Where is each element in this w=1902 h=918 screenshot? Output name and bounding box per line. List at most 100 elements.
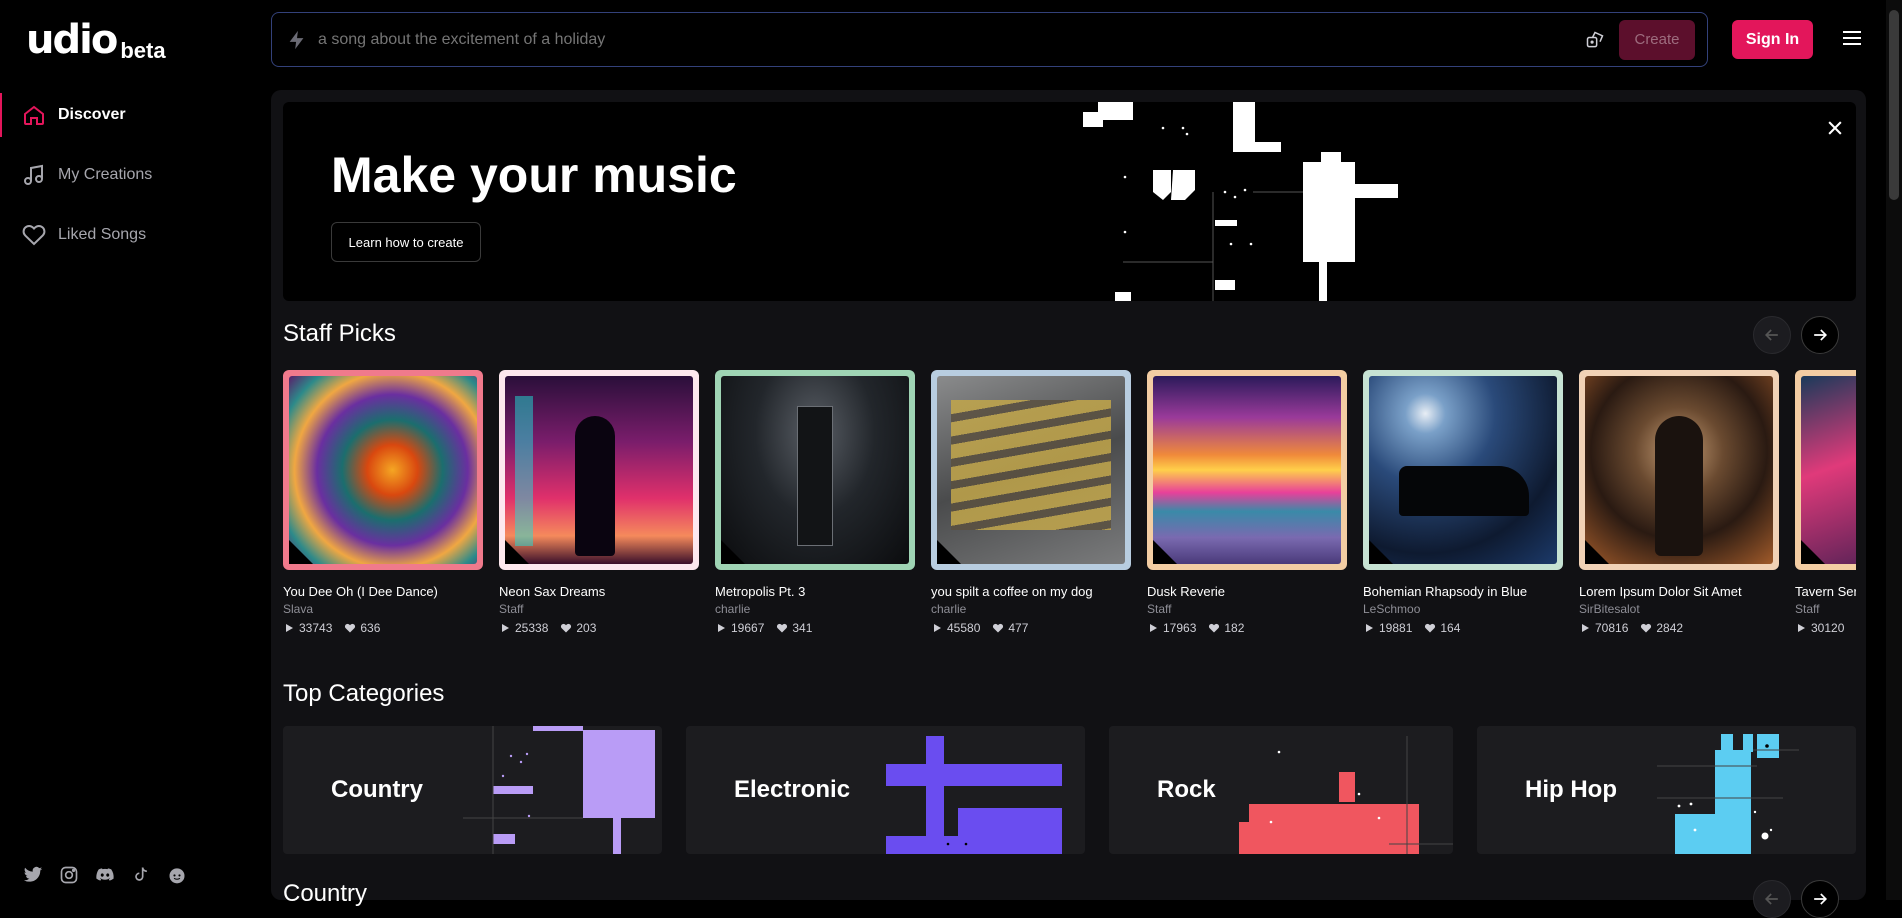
category-tile-hip-hop[interactable]: Hip Hop [1477, 726, 1856, 854]
arrow-right-icon [1814, 329, 1828, 341]
song-artist[interactable]: SirBitesalot [1579, 602, 1779, 616]
play-count: 70816 [1595, 621, 1629, 635]
song-cover [1795, 370, 1856, 570]
song-cover [1363, 370, 1563, 570]
song-card[interactable]: you spilt a coffee on my dog charlie 455… [931, 370, 1131, 635]
tiktok-icon[interactable] [130, 864, 152, 886]
song-card[interactable]: Metropolis Pt. 3 charlie 19667 341 [715, 370, 915, 635]
song-stats: 70816 2842 [1579, 621, 1779, 635]
category-tile-country[interactable]: Country [283, 726, 662, 854]
staff-picks-title: Staff Picks [283, 320, 396, 347]
heart-icon [1208, 622, 1220, 634]
play-icon [1579, 622, 1591, 634]
song-title[interactable]: Dusk Reverie [1147, 584, 1347, 599]
song-artist[interactable]: Staff [1147, 602, 1347, 616]
song-cover [715, 370, 915, 570]
top-categories-title: Top Categories [283, 680, 445, 707]
create-button[interactable]: Create [1619, 19, 1695, 60]
song-artist[interactable]: Staff [1795, 602, 1856, 616]
logo-beta-badge: beta [120, 38, 166, 63]
heart-icon [1424, 622, 1436, 634]
discord-icon[interactable] [94, 864, 116, 886]
close-icon[interactable] [1825, 118, 1845, 138]
category-tile-electronic[interactable]: Electronic [686, 726, 1085, 854]
heart-icon [992, 622, 1004, 634]
lightning-icon [284, 27, 310, 53]
song-title[interactable]: Bohemian Rhapsody in Blue [1363, 584, 1563, 599]
staff-picks-prev-button[interactable] [1753, 316, 1791, 354]
hamburger-menu-icon[interactable] [1840, 26, 1864, 50]
song-stats: 17963 182 [1147, 621, 1347, 635]
song-artist[interactable]: charlie [715, 602, 915, 616]
sidebar-item-liked-songs[interactable]: Liked Songs [0, 213, 272, 257]
page-scrollbar[interactable] [1886, 0, 1902, 900]
category-art [1239, 736, 1453, 854]
play-icon [499, 622, 511, 634]
song-card[interactable]: Dusk Reverie Staff 17963 182 [1147, 370, 1347, 635]
udio-logo[interactable]: udio beta [26, 17, 166, 63]
song-card[interactable]: Bohemian Rhapsody in Blue LeSchmoo 19881… [1363, 370, 1563, 635]
song-title[interactable]: You Dee Oh (I Dee Dance) [283, 584, 483, 599]
song-title[interactable]: Neon Sax Dreams [499, 584, 699, 599]
heart-icon [1640, 622, 1652, 634]
sign-in-button[interactable]: Sign In [1732, 20, 1813, 59]
sidebar-item-my-creations[interactable]: My Creations [0, 153, 272, 197]
country-next-button[interactable] [1801, 880, 1839, 918]
song-title[interactable]: Tavern Ser [1795, 584, 1856, 599]
learn-how-to-create-button[interactable]: Learn how to create [331, 222, 481, 262]
hero-banner: Make your music Learn how to create [283, 102, 1856, 301]
song-card[interactable]: You Dee Oh (I Dee Dance) Slava 33743 636 [283, 370, 483, 635]
play-count: 30120 [1811, 621, 1845, 635]
instagram-icon[interactable] [58, 864, 80, 886]
play-icon [1363, 622, 1375, 634]
song-artist[interactable]: Staff [499, 602, 699, 616]
staff-picks-next-button[interactable] [1801, 316, 1839, 354]
song-artist[interactable]: charlie [931, 602, 1131, 616]
song-title[interactable]: Lorem Ipsum Dolor Sit Amet [1579, 584, 1779, 599]
song-title[interactable]: you spilt a coffee on my dog [931, 584, 1131, 599]
play-icon [1795, 622, 1807, 634]
heart-icon [22, 225, 46, 246]
logo-wordmark: udio [26, 17, 118, 63]
sidebar-item-label: Discover [58, 106, 126, 123]
heart-icon [344, 622, 356, 634]
like-count: 636 [360, 621, 381, 635]
song-artist[interactable]: LeSchmoo [1363, 602, 1563, 616]
reddit-icon[interactable] [166, 864, 188, 886]
song-title[interactable]: Metropolis Pt. 3 [715, 584, 915, 599]
play-count: 25338 [515, 621, 549, 635]
play-count: 19881 [1379, 621, 1413, 635]
heart-icon [560, 622, 572, 634]
song-card[interactable]: Tavern Ser Staff 30120 [1795, 370, 1856, 635]
arrow-left-icon [1764, 893, 1778, 905]
song-stats: 30120 [1795, 621, 1856, 635]
category-art [886, 736, 1062, 854]
scrollbar-thumb[interactable] [1889, 10, 1899, 200]
song-card[interactable]: Lorem Ipsum Dolor Sit Amet SirBitesalot … [1579, 370, 1779, 635]
prompt-input[interactable] [318, 30, 1581, 49]
sidebar-item-discover[interactable]: Discover [0, 93, 272, 137]
play-count: 33743 [299, 621, 333, 635]
play-icon [931, 622, 943, 634]
song-cover [1147, 370, 1347, 570]
like-count: 477 [1008, 621, 1029, 635]
song-artist[interactable]: Slava [283, 602, 483, 616]
song-card[interactable]: Neon Sax Dreams Staff 25338 203 [499, 370, 699, 635]
twitter-icon[interactable] [22, 864, 44, 886]
song-cover [283, 370, 483, 570]
category-tile-rock[interactable]: Rock [1109, 726, 1453, 854]
sidebar-item-label: My Creations [58, 166, 153, 183]
song-cover [931, 370, 1131, 570]
play-count: 45580 [947, 621, 981, 635]
like-count: 203 [576, 621, 597, 635]
category-art [1657, 734, 1799, 854]
dice-icon[interactable] [1581, 26, 1609, 54]
play-count: 19667 [731, 621, 765, 635]
category-label: Rock [1157, 776, 1216, 803]
hero-pixel-art [1083, 102, 1398, 301]
song-stats: 25338 203 [499, 621, 699, 635]
like-count: 2842 [1656, 621, 1684, 635]
song-stats: 19667 341 [715, 621, 915, 635]
country-prev-button[interactable] [1753, 880, 1791, 918]
play-count: 17963 [1163, 621, 1197, 635]
